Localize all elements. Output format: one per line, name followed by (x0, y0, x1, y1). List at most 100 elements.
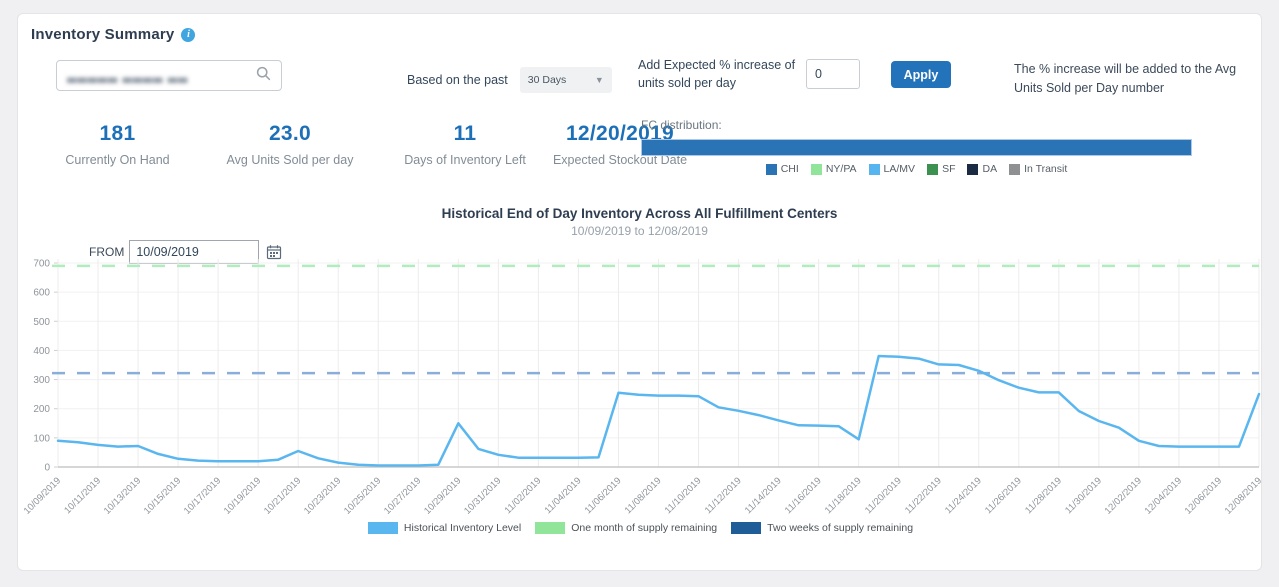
svg-text:12/06/2019: 12/06/2019 (1183, 475, 1224, 516)
svg-text:11/30/2019: 11/30/2019 (1063, 475, 1104, 516)
chart-legend-label: Historical Inventory Level (404, 522, 521, 534)
svg-text:200: 200 (33, 404, 50, 415)
svg-text:10/13/2019: 10/13/2019 (102, 475, 143, 516)
svg-text:10/23/2019: 10/23/2019 (302, 475, 343, 516)
svg-text:11/12/2019: 11/12/2019 (703, 475, 744, 516)
legend-swatch-icon (869, 164, 880, 175)
chevron-down-icon: ▼ (595, 75, 604, 85)
svg-text:10/29/2019: 10/29/2019 (422, 475, 463, 516)
svg-text:400: 400 (33, 346, 50, 357)
search-input[interactable]: ▃▃▃▃▃ ▃▃▃▃ ▃▃ (56, 60, 282, 91)
svg-text:11/08/2019: 11/08/2019 (623, 475, 664, 516)
period-dropdown[interactable]: 30 Days ▼ (520, 67, 612, 93)
stat-label: Currently On Hand (40, 153, 195, 167)
apply-button[interactable]: Apply (891, 61, 951, 88)
svg-text:11/26/2019: 11/26/2019 (983, 475, 1024, 516)
stat-label: Days of Inventory Left (385, 153, 545, 167)
stat-label: Avg Units Sold per day (195, 153, 385, 167)
svg-text:10/21/2019: 10/21/2019 (262, 475, 303, 516)
fc-legend-item: LA/MV (869, 163, 916, 175)
svg-text:11/10/2019: 11/10/2019 (663, 475, 704, 516)
stat-block: 11 Days of Inventory Left (385, 122, 545, 167)
legend-swatch-icon (766, 164, 777, 175)
chart-legend-item: One month of supply remaining (535, 522, 717, 534)
svg-text:100: 100 (33, 433, 50, 444)
info-icon[interactable]: i (181, 28, 195, 42)
stat-block: 181 Currently On Hand (40, 122, 195, 167)
svg-text:0: 0 (44, 463, 50, 474)
stat-block: 23.0 Avg Units Sold per day (195, 122, 385, 167)
svg-text:10/11/2019: 10/11/2019 (62, 475, 103, 516)
period-selected-value: 30 Days (528, 74, 567, 86)
legend-swatch-icon (535, 522, 565, 534)
legend-swatch-icon (1009, 164, 1020, 175)
svg-text:10/19/2019: 10/19/2019 (222, 475, 263, 516)
stats-row: 181 Currently On Hand23.0 Avg Units Sold p… (40, 122, 695, 167)
fc-distribution-bar (641, 139, 1192, 156)
svg-text:11/28/2019: 11/28/2019 (1023, 475, 1064, 516)
legend-swatch-icon (368, 522, 398, 534)
page-title: Inventory Summary (31, 26, 174, 43)
fc-legend-label: NY/PA (826, 163, 857, 175)
svg-text:10/09/2019: 10/09/2019 (22, 475, 63, 516)
chart-legend: Historical Inventory Level One month of s… (18, 522, 1263, 534)
fc-legend-item: SF (927, 163, 955, 175)
svg-text:10/25/2019: 10/25/2019 (342, 475, 383, 516)
fc-distribution-section: FC distribution: CHI NY/PA LA/MV SF DA In Tra… (641, 118, 1192, 175)
svg-text:300: 300 (33, 375, 50, 386)
increase-label: Add Expected % increase of units sold pe… (638, 56, 796, 92)
svg-text:700: 700 (33, 259, 50, 270)
svg-text:10/17/2019: 10/17/2019 (182, 475, 223, 516)
fc-bar-segment-chi (642, 140, 1191, 155)
fc-legend-item: DA (967, 163, 997, 175)
search-value-redacted: ▃▃▃▃▃ ▃▃▃▃ ▃▃ (67, 69, 256, 83)
svg-text:11/14/2019: 11/14/2019 (743, 475, 784, 516)
svg-text:11/06/2019: 11/06/2019 (583, 475, 624, 516)
svg-text:600: 600 (33, 288, 50, 299)
svg-text:10/27/2019: 10/27/2019 (382, 475, 423, 516)
svg-text:11/18/2019: 11/18/2019 (823, 475, 864, 516)
fc-distribution-label: FC distribution: (641, 118, 1192, 132)
legend-swatch-icon (731, 522, 761, 534)
svg-text:11/04/2019: 11/04/2019 (543, 475, 584, 516)
search-icon[interactable] (256, 66, 271, 86)
fc-legend-label: In Transit (1024, 163, 1067, 175)
chart-legend-item: Two weeks of supply remaining (731, 522, 913, 534)
svg-text:11/16/2019: 11/16/2019 (783, 475, 824, 516)
svg-text:11/02/2019: 11/02/2019 (503, 475, 544, 516)
chart-legend-item: Historical Inventory Level (368, 522, 521, 534)
fc-distribution-legend: CHI NY/PA LA/MV SF DA In Transit (641, 163, 1192, 175)
period-control: Based on the past 30 Days ▼ (407, 67, 612, 93)
svg-text:11/20/2019: 11/20/2019 (863, 475, 904, 516)
chart-legend-label: One month of supply remaining (571, 522, 717, 534)
increase-control: Add Expected % increase of units sold pe… (638, 56, 860, 92)
svg-text:12/02/2019: 12/02/2019 (1103, 475, 1144, 516)
fc-legend-label: CHI (781, 163, 799, 175)
fc-legend-label: LA/MV (884, 163, 916, 175)
chart-title: Historical End of Day Inventory Across A… (18, 206, 1261, 221)
stat-value: 11 (385, 122, 545, 146)
increase-input[interactable] (806, 59, 860, 89)
fc-legend-item: NY/PA (811, 163, 857, 175)
fc-legend-label: SF (942, 163, 955, 175)
inventory-summary-card: Inventory Summary i ▃▃▃▃▃ ▃▃▃▃ ▃▃ Based … (17, 13, 1262, 571)
inventory-chart: 0 100 200 300 400 500 600 700 10/09/201910/11/20… (18, 254, 1263, 534)
svg-text:11/22/2019: 11/22/2019 (903, 475, 944, 516)
svg-text:12/08/2019: 12/08/2019 (1223, 475, 1263, 516)
stat-value: 181 (40, 122, 195, 146)
svg-text:10/31/2019: 10/31/2019 (462, 475, 503, 516)
svg-text:11/24/2019: 11/24/2019 (943, 475, 984, 516)
legend-swatch-icon (927, 164, 938, 175)
legend-swatch-icon (811, 164, 822, 175)
stat-value: 23.0 (195, 122, 385, 146)
chart-legend-label: Two weeks of supply remaining (767, 522, 913, 534)
chart-subtitle: 10/09/2019 to 12/08/2019 (18, 224, 1261, 238)
fc-legend-label: DA (982, 163, 997, 175)
fc-legend-item: CHI (766, 163, 799, 175)
increase-help-text: The % increase will be added to the Avg … (1014, 60, 1264, 98)
fc-legend-item: In Transit (1009, 163, 1067, 175)
svg-text:500: 500 (33, 317, 50, 328)
legend-swatch-icon (967, 164, 978, 175)
based-on-label: Based on the past (407, 73, 508, 87)
card-header: Inventory Summary i (31, 26, 195, 43)
